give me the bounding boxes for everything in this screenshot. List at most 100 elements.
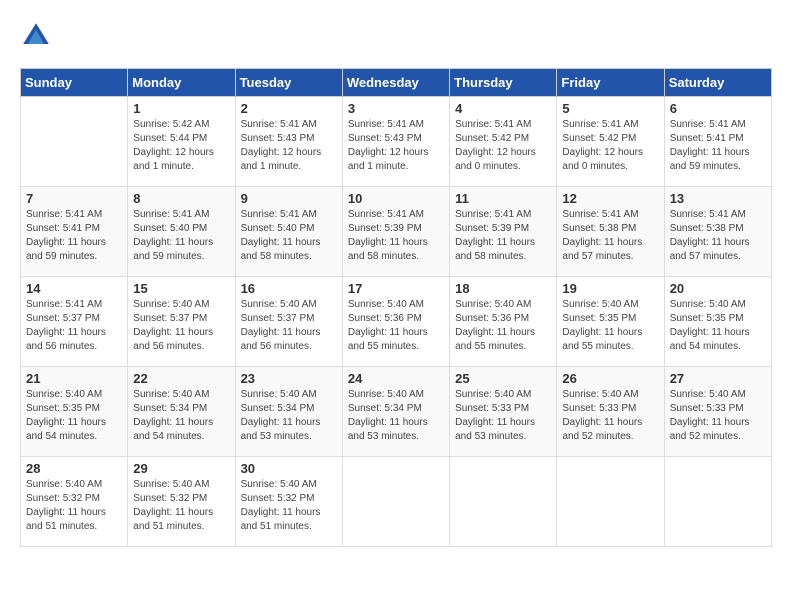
day-info: Sunrise: 5:40 AMSunset: 5:35 PMDaylight:… [562, 298, 658, 354]
day-number: 16 [241, 281, 337, 296]
calendar-cell: 14 Sunrise: 5:41 AMSunset: 5:37 PMDaylig… [21, 277, 128, 367]
day-number: 18 [455, 281, 551, 296]
day-number: 26 [562, 371, 658, 386]
calendar-cell: 13 Sunrise: 5:41 AMSunset: 5:38 PMDaylig… [664, 187, 771, 277]
calendar-cell [557, 457, 664, 547]
column-header-saturday: Saturday [664, 69, 771, 97]
calendar-cell: 25 Sunrise: 5:40 AMSunset: 5:33 PMDaylig… [450, 367, 557, 457]
day-number: 11 [455, 191, 551, 206]
day-number: 7 [26, 191, 122, 206]
calendar-cell: 19 Sunrise: 5:40 AMSunset: 5:35 PMDaylig… [557, 277, 664, 367]
calendar-cell: 1 Sunrise: 5:42 AMSunset: 5:44 PMDayligh… [128, 97, 235, 187]
day-info: Sunrise: 5:40 AMSunset: 5:37 PMDaylight:… [241, 298, 337, 354]
day-number: 4 [455, 101, 551, 116]
calendar-cell: 20 Sunrise: 5:40 AMSunset: 5:35 PMDaylig… [664, 277, 771, 367]
day-number: 10 [348, 191, 444, 206]
day-info: Sunrise: 5:40 AMSunset: 5:36 PMDaylight:… [348, 298, 444, 354]
column-header-friday: Friday [557, 69, 664, 97]
calendar-cell: 5 Sunrise: 5:41 AMSunset: 5:42 PMDayligh… [557, 97, 664, 187]
calendar-cell [21, 97, 128, 187]
day-number: 14 [26, 281, 122, 296]
day-info: Sunrise: 5:41 AMSunset: 5:39 PMDaylight:… [455, 208, 551, 264]
logo-icon [20, 20, 52, 52]
calendar-cell: 4 Sunrise: 5:41 AMSunset: 5:42 PMDayligh… [450, 97, 557, 187]
day-info: Sunrise: 5:41 AMSunset: 5:41 PMDaylight:… [670, 118, 766, 174]
day-number: 3 [348, 101, 444, 116]
logo [20, 20, 58, 52]
calendar-cell: 16 Sunrise: 5:40 AMSunset: 5:37 PMDaylig… [235, 277, 342, 367]
calendar-cell [342, 457, 449, 547]
day-number: 9 [241, 191, 337, 206]
day-info: Sunrise: 5:41 AMSunset: 5:40 PMDaylight:… [241, 208, 337, 264]
calendar-cell: 3 Sunrise: 5:41 AMSunset: 5:43 PMDayligh… [342, 97, 449, 187]
calendar-week-row: 1 Sunrise: 5:42 AMSunset: 5:44 PMDayligh… [21, 97, 772, 187]
day-number: 5 [562, 101, 658, 116]
day-info: Sunrise: 5:40 AMSunset: 5:35 PMDaylight:… [670, 298, 766, 354]
calendar-week-row: 28 Sunrise: 5:40 AMSunset: 5:32 PMDaylig… [21, 457, 772, 547]
column-header-thursday: Thursday [450, 69, 557, 97]
calendar-cell: 22 Sunrise: 5:40 AMSunset: 5:34 PMDaylig… [128, 367, 235, 457]
calendar-cell: 29 Sunrise: 5:40 AMSunset: 5:32 PMDaylig… [128, 457, 235, 547]
calendar-cell: 30 Sunrise: 5:40 AMSunset: 5:32 PMDaylig… [235, 457, 342, 547]
calendar-cell: 8 Sunrise: 5:41 AMSunset: 5:40 PMDayligh… [128, 187, 235, 277]
column-header-sunday: Sunday [21, 69, 128, 97]
day-info: Sunrise: 5:41 AMSunset: 5:38 PMDaylight:… [562, 208, 658, 264]
day-info: Sunrise: 5:41 AMSunset: 5:39 PMDaylight:… [348, 208, 444, 264]
calendar-cell: 7 Sunrise: 5:41 AMSunset: 5:41 PMDayligh… [21, 187, 128, 277]
day-number: 13 [670, 191, 766, 206]
calendar-cell: 21 Sunrise: 5:40 AMSunset: 5:35 PMDaylig… [21, 367, 128, 457]
calendar-cell: 27 Sunrise: 5:40 AMSunset: 5:33 PMDaylig… [664, 367, 771, 457]
calendar-cell: 11 Sunrise: 5:41 AMSunset: 5:39 PMDaylig… [450, 187, 557, 277]
page-header [20, 20, 772, 52]
calendar-cell: 2 Sunrise: 5:41 AMSunset: 5:43 PMDayligh… [235, 97, 342, 187]
day-info: Sunrise: 5:41 AMSunset: 5:42 PMDaylight:… [455, 118, 551, 174]
calendar-week-row: 7 Sunrise: 5:41 AMSunset: 5:41 PMDayligh… [21, 187, 772, 277]
calendar-week-row: 21 Sunrise: 5:40 AMSunset: 5:35 PMDaylig… [21, 367, 772, 457]
day-number: 21 [26, 371, 122, 386]
calendar-cell [664, 457, 771, 547]
day-info: Sunrise: 5:41 AMSunset: 5:38 PMDaylight:… [670, 208, 766, 264]
calendar-cell: 15 Sunrise: 5:40 AMSunset: 5:37 PMDaylig… [128, 277, 235, 367]
day-number: 27 [670, 371, 766, 386]
day-info: Sunrise: 5:41 AMSunset: 5:43 PMDaylight:… [348, 118, 444, 174]
day-number: 24 [348, 371, 444, 386]
column-header-tuesday: Tuesday [235, 69, 342, 97]
day-info: Sunrise: 5:40 AMSunset: 5:34 PMDaylight:… [348, 388, 444, 444]
day-number: 29 [133, 461, 229, 476]
calendar-cell: 18 Sunrise: 5:40 AMSunset: 5:36 PMDaylig… [450, 277, 557, 367]
day-number: 8 [133, 191, 229, 206]
calendar-cell: 23 Sunrise: 5:40 AMSunset: 5:34 PMDaylig… [235, 367, 342, 457]
day-info: Sunrise: 5:42 AMSunset: 5:44 PMDaylight:… [133, 118, 229, 174]
column-header-wednesday: Wednesday [342, 69, 449, 97]
calendar-cell: 26 Sunrise: 5:40 AMSunset: 5:33 PMDaylig… [557, 367, 664, 457]
calendar-cell: 6 Sunrise: 5:41 AMSunset: 5:41 PMDayligh… [664, 97, 771, 187]
calendar-cell: 28 Sunrise: 5:40 AMSunset: 5:32 PMDaylig… [21, 457, 128, 547]
day-number: 17 [348, 281, 444, 296]
calendar-cell: 17 Sunrise: 5:40 AMSunset: 5:36 PMDaylig… [342, 277, 449, 367]
day-info: Sunrise: 5:40 AMSunset: 5:33 PMDaylight:… [670, 388, 766, 444]
day-info: Sunrise: 5:40 AMSunset: 5:32 PMDaylight:… [241, 478, 337, 534]
day-info: Sunrise: 5:40 AMSunset: 5:37 PMDaylight:… [133, 298, 229, 354]
day-number: 30 [241, 461, 337, 476]
calendar-cell: 12 Sunrise: 5:41 AMSunset: 5:38 PMDaylig… [557, 187, 664, 277]
day-number: 6 [670, 101, 766, 116]
day-info: Sunrise: 5:40 AMSunset: 5:34 PMDaylight:… [133, 388, 229, 444]
calendar-week-row: 14 Sunrise: 5:41 AMSunset: 5:37 PMDaylig… [21, 277, 772, 367]
calendar-table: SundayMondayTuesdayWednesdayThursdayFrid… [20, 68, 772, 547]
calendar-cell [450, 457, 557, 547]
day-info: Sunrise: 5:41 AMSunset: 5:37 PMDaylight:… [26, 298, 122, 354]
calendar-header-row: SundayMondayTuesdayWednesdayThursdayFrid… [21, 69, 772, 97]
day-info: Sunrise: 5:41 AMSunset: 5:41 PMDaylight:… [26, 208, 122, 264]
day-info: Sunrise: 5:40 AMSunset: 5:36 PMDaylight:… [455, 298, 551, 354]
calendar-cell: 9 Sunrise: 5:41 AMSunset: 5:40 PMDayligh… [235, 187, 342, 277]
day-info: Sunrise: 5:40 AMSunset: 5:35 PMDaylight:… [26, 388, 122, 444]
day-number: 12 [562, 191, 658, 206]
day-info: Sunrise: 5:40 AMSunset: 5:32 PMDaylight:… [133, 478, 229, 534]
day-info: Sunrise: 5:40 AMSunset: 5:33 PMDaylight:… [562, 388, 658, 444]
day-number: 23 [241, 371, 337, 386]
calendar-cell: 24 Sunrise: 5:40 AMSunset: 5:34 PMDaylig… [342, 367, 449, 457]
day-info: Sunrise: 5:40 AMSunset: 5:34 PMDaylight:… [241, 388, 337, 444]
day-info: Sunrise: 5:41 AMSunset: 5:43 PMDaylight:… [241, 118, 337, 174]
day-number: 20 [670, 281, 766, 296]
day-info: Sunrise: 5:40 AMSunset: 5:32 PMDaylight:… [26, 478, 122, 534]
